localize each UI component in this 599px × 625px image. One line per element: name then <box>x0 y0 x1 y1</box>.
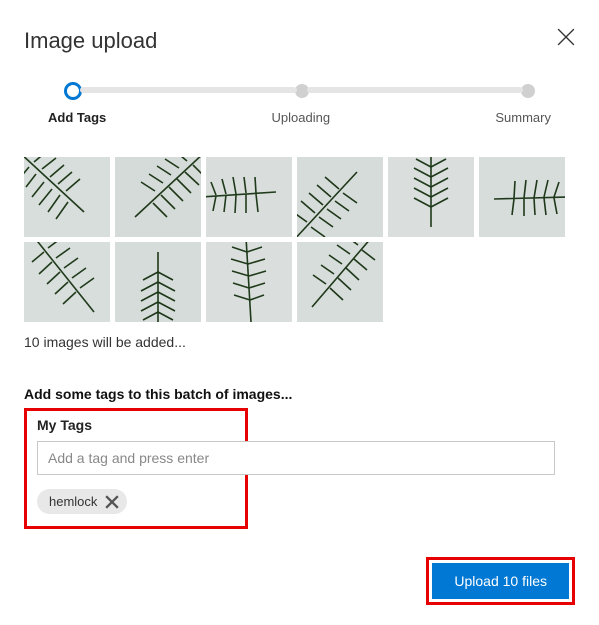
image-count-text: 10 images will be added... <box>24 334 575 350</box>
step-label-uploading: Uploading <box>272 110 331 125</box>
step-label-summary: Summary <box>495 110 551 125</box>
my-tags-label: My Tags <box>37 417 235 433</box>
tag-input[interactable] <box>37 441 555 475</box>
tag-chip-label: hemlock <box>49 494 97 509</box>
image-thumbnail[interactable] <box>115 242 201 322</box>
step-summary <box>521 84 535 98</box>
image-thumbnail-grid <box>24 157 575 322</box>
upload-button[interactable]: Upload 10 files <box>432 563 569 599</box>
my-tags-section: My Tags hemlock <box>24 408 248 529</box>
close-button[interactable] <box>557 28 575 46</box>
image-thumbnail[interactable] <box>479 157 565 237</box>
step-line <box>80 87 297 93</box>
progress-stepper <box>24 82 575 100</box>
tag-remove-button[interactable] <box>105 495 119 509</box>
image-thumbnail[interactable] <box>297 157 383 237</box>
image-thumbnail[interactable] <box>206 242 292 322</box>
tag-chip[interactable]: hemlock <box>37 489 127 514</box>
close-icon <box>105 495 119 509</box>
image-thumbnail[interactable] <box>297 242 383 322</box>
upload-button-highlight: Upload 10 files <box>426 557 575 605</box>
step-label-add-tags: Add Tags <box>48 110 106 125</box>
image-thumbnail[interactable] <box>388 157 474 237</box>
dialog-title: Image upload <box>24 28 157 54</box>
image-thumbnail[interactable] <box>115 157 201 237</box>
tags-prompt: Add some tags to this batch of images... <box>24 386 575 402</box>
image-thumbnail[interactable] <box>24 242 110 322</box>
image-thumbnail[interactable] <box>24 157 110 237</box>
close-icon <box>557 28 575 46</box>
step-line <box>307 87 524 93</box>
image-thumbnail[interactable] <box>206 157 292 237</box>
